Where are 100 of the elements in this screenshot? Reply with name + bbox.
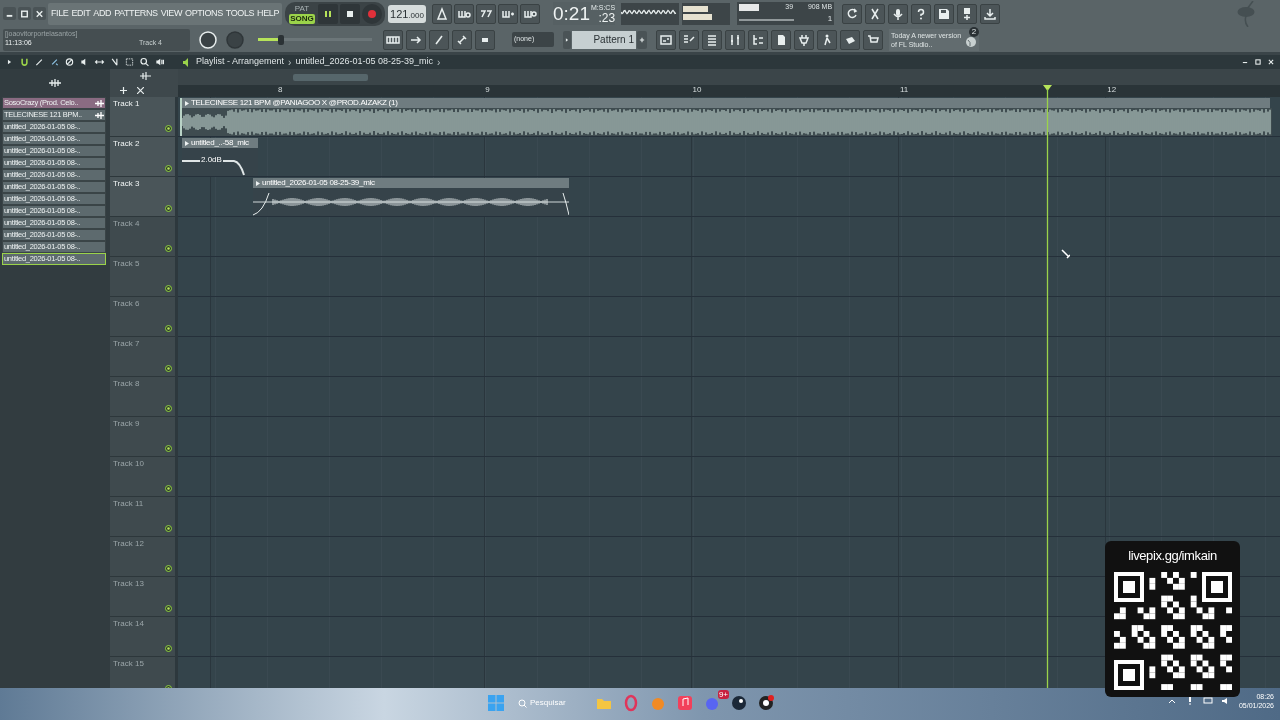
refresh-icon[interactable] — [842, 3, 863, 24]
scissors-icon[interactable] — [865, 3, 886, 24]
pause-button[interactable] — [318, 3, 339, 24]
timeline-ruler[interactable]: 8 9 10 11 12 — [178, 85, 1280, 97]
slice-icon[interactable] — [109, 56, 120, 68]
magnet-icon[interactable] — [19, 56, 30, 68]
master-volume-slider[interactable] — [258, 34, 372, 45]
track-header[interactable]: Track 8 — [110, 377, 175, 417]
track-lane[interactable]: untitled_..-58_mic 2.0dB — [178, 137, 1280, 177]
track-lane[interactable] — [178, 337, 1280, 377]
mixer-icon[interactable] — [725, 29, 745, 50]
track-header[interactable]: Track 12 — [110, 537, 175, 577]
breadcrumb-clip[interactable]: untitled_2026-01-05 08-25-39_mic — [295, 55, 433, 69]
arrow-right-icon[interactable] — [406, 29, 426, 50]
save-icon[interactable] — [934, 3, 955, 24]
track-header[interactable]: Track 7 — [110, 337, 175, 377]
mode-switch[interactable]: PAT — [294, 3, 310, 14]
tempo-display[interactable]: 121.000 — [388, 4, 426, 23]
track-enable-icon[interactable] — [165, 485, 172, 492]
add-icon[interactable] — [120, 86, 127, 94]
pattern-selector[interactable]: Pattern 1 — [572, 30, 636, 49]
track-enable-icon[interactable] — [165, 405, 172, 412]
menu-item[interactable]: ADD — [93, 9, 112, 18]
menu-item[interactable]: TOOLS — [225, 9, 255, 18]
track-lane[interactable] — [178, 537, 1280, 577]
mode-switch[interactable]: SONG — [289, 13, 315, 24]
track-header[interactable]: Track 15 — [110, 657, 175, 688]
save-new-icon[interactable] — [957, 3, 978, 24]
track-header[interactable]: Track 10 — [110, 457, 175, 497]
track-lane[interactable] — [178, 257, 1280, 297]
metronome-icon[interactable] — [431, 3, 452, 24]
countdown-icon[interactable] — [475, 3, 496, 24]
menu-item[interactable]: EDIT — [71, 9, 91, 18]
minimize-icon[interactable] — [3, 7, 16, 20]
playhead[interactable] — [1043, 85, 1052, 688]
menu-item[interactable]: VIEW — [160, 9, 183, 18]
track-enable-icon[interactable] — [165, 245, 172, 252]
zoom-icon[interactable] — [139, 56, 150, 68]
waveform-icon[interactable] — [140, 72, 151, 80]
list-icon[interactable] — [702, 29, 722, 50]
track-header[interactable]: Track 9 — [110, 417, 175, 457]
paint-icon[interactable] — [49, 56, 60, 68]
globe-icon[interactable] — [965, 35, 977, 48]
step-edit-icon[interactable] — [497, 3, 518, 24]
track-enable-icon[interactable] — [165, 365, 172, 372]
piano-icon[interactable] — [383, 29, 403, 50]
restore-icon[interactable] — [18, 7, 31, 20]
track-enable-icon[interactable] — [165, 565, 172, 572]
track-enable-icon[interactable] — [165, 125, 172, 132]
download-icon[interactable] — [980, 3, 1001, 24]
track-enable-icon[interactable] — [165, 165, 172, 172]
slider-thumb[interactable] — [277, 34, 284, 45]
track-lane[interactable]: untitled_2026-01-05 08-25-39_mic — [178, 177, 1280, 217]
help-icon[interactable] — [911, 3, 932, 24]
camera-icon[interactable] — [757, 694, 775, 712]
track-header[interactable]: Track 14 — [110, 617, 175, 657]
restore-icon[interactable] — [1253, 57, 1263, 67]
track-lane[interactable] — [178, 417, 1280, 457]
close-icon[interactable] — [137, 86, 144, 94]
figure-icon[interactable] — [817, 29, 837, 50]
track-header[interactable]: Track 3 — [110, 177, 175, 217]
scrollbar-thumb[interactable] — [293, 73, 368, 81]
track-header[interactable]: Track 4 — [110, 217, 175, 257]
waveform-icon[interactable] — [48, 78, 62, 88]
playback-icon[interactable] — [154, 56, 165, 68]
track-header[interactable]: Track 11 — [110, 497, 175, 537]
channel-rack-icon[interactable] — [679, 29, 699, 50]
track-lane[interactable] — [178, 497, 1280, 537]
wait-input-icon[interactable] — [453, 3, 474, 24]
track-enable-icon[interactable] — [165, 605, 172, 612]
cart-icon[interactable] — [863, 29, 883, 50]
track-header[interactable]: Track 13 — [110, 577, 175, 617]
pencil-icon[interactable] — [34, 56, 45, 68]
track-header[interactable]: Track 5 — [110, 257, 175, 297]
document-icon[interactable] — [771, 29, 791, 50]
add-icon[interactable] — [637, 30, 647, 49]
select-icon[interactable] — [124, 56, 135, 68]
stop-button[interactable] — [340, 3, 361, 24]
track-enable-icon[interactable] — [165, 285, 172, 292]
track-enable-icon[interactable] — [165, 445, 172, 452]
track-header[interactable]: Track 2 — [110, 137, 175, 177]
playlist-icon[interactable] — [656, 29, 676, 50]
track-lane[interactable] — [178, 377, 1280, 417]
track-lane[interactable] — [178, 297, 1280, 337]
track-lane[interactable] — [178, 217, 1280, 257]
track-enable-icon[interactable] — [165, 525, 172, 532]
menu-item[interactable]: PATTERNS — [114, 9, 158, 18]
menu-item[interactable]: HELP — [257, 9, 280, 18]
close-icon[interactable] — [33, 7, 46, 20]
menu-item[interactable]: OPTIONS — [185, 9, 223, 18]
track-lane[interactable] — [178, 457, 1280, 497]
play-small-icon[interactable] — [563, 30, 571, 49]
audio-clip[interactable]: untitled_2026-01-05 08-25-39_mic — [253, 178, 569, 216]
track-header[interactable]: Track 6 — [110, 297, 175, 337]
track-enable-icon[interactable] — [165, 205, 172, 212]
disable-icon[interactable] — [64, 56, 75, 68]
track-header[interactable]: Track 1 — [110, 97, 175, 137]
menu-item[interactable]: FILE — [51, 9, 69, 18]
browser-icon[interactable] — [748, 29, 768, 50]
track-enable-icon[interactable] — [165, 325, 172, 332]
